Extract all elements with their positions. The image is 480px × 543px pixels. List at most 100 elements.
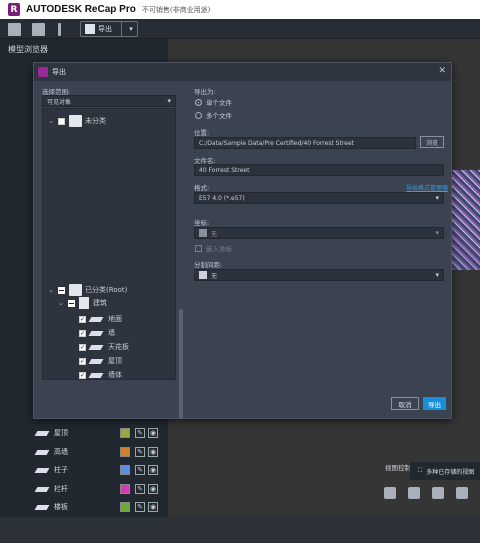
layer-icon [34,449,50,455]
tree-item[interactable]: ✓ 天花板 [79,341,129,353]
chevron-down-icon[interactable]: ⌄ [47,286,55,294]
checkbox-partial[interactable] [68,299,75,307]
layer-row[interactable]: 柱子 ✎ ◉ [34,463,166,477]
edit-icon[interactable]: ✎ [135,447,145,457]
browse-button[interactable]: 浏览 [420,136,444,148]
cube-icon[interactable] [432,487,444,499]
cancel-button[interactable]: 取消 [391,397,419,410]
filename-field[interactable]: 40 Forrest Street [194,164,444,176]
export-dialog: 导出 ✕ 选择范围: 可见对象 ▾ ⌄ 未分类 ⌄ 已分类(Root) ⌄ 建筑… [33,62,452,419]
edit-icon[interactable]: ✎ [135,428,145,438]
edit-icon[interactable]: ✎ [135,465,145,475]
export-button[interactable]: 导出 ▾ [80,21,138,37]
color-swatch[interactable] [120,465,130,475]
location-label: 位置: [194,129,210,137]
radio-multi-file[interactable]: 多个文件 [195,110,232,120]
checkbox[interactable] [58,117,65,125]
layer-icon [34,467,50,473]
chevron-down-icon: ▾ [435,194,439,202]
tree-node-label: 已分类(Root) [85,286,128,294]
location-field[interactable]: C:/Data/Sample Data/Pre Certified/40 For… [194,137,416,149]
color-swatch[interactable] [120,428,130,438]
chevron-down-icon[interactable]: ▾ [125,25,137,33]
panel-title: 模型浏览器 [8,45,48,54]
close-icon[interactable]: ✕ [438,66,446,76]
view-tool-icon[interactable] [408,487,420,499]
layer-icon [34,486,50,492]
eye-icon[interactable]: ◉ [148,447,158,457]
coord-icon [199,229,207,237]
coord-value: 无 [211,230,218,238]
checkbox[interactable]: ✓ [79,357,86,365]
format-dropdown[interactable]: E57 4.0 (*.e57) ▾ [194,192,444,204]
include-coords-checkbox[interactable]: 嵌入坐标 [195,243,232,253]
radio-unselected[interactable] [195,111,202,119]
tree-item[interactable]: ✓ 墙 [79,327,115,339]
checkbox[interactable]: ✓ [79,371,86,379]
coord-dropdown[interactable]: 无 ▾ [194,227,444,239]
color-swatch[interactable] [120,447,130,457]
license-note: 不可销售(非商业用途) [141,5,211,14]
saved-views-dropdown[interactable]: ⛶ 多种已存储的视图 [410,462,480,480]
color-swatch[interactable] [120,502,130,512]
layer-row[interactable]: 高墙 ✎ ◉ [34,445,166,459]
tree-item-label: 天花板 [108,343,129,351]
select-scope-dropdown[interactable]: 可见对象 ▾ [42,95,176,107]
layer-icon [88,330,104,336]
edit-icon[interactable]: ✎ [135,484,145,494]
view-tool-icon[interactable] [384,487,396,499]
toolbar: 导出 ▾ [0,19,480,39]
point-cloud-render [452,170,480,270]
chevron-down-icon: ▾ [167,97,171,105]
eye-icon[interactable]: ◉ [148,428,158,438]
dialog-header: 导出 ✕ [34,63,451,81]
chevron-down-icon[interactable]: ⌄ [57,299,65,307]
checkbox-partial[interactable] [58,286,65,294]
title-bar: R AUTODESK ReCap Pro 不可销售(非商业用途) [0,0,480,19]
tree-item-label: 地面 [108,315,122,323]
home-icon[interactable] [8,23,21,36]
layer-row[interactable]: 楼板 ✎ ◉ [34,500,166,514]
tree-scrollbar[interactable] [179,309,183,419]
layer-row[interactable]: 屋顶 ✎ ◉ [34,426,166,440]
export-icon [85,24,95,34]
format-manager-link[interactable]: 导出格式管理器 [406,183,448,192]
layer-row[interactable]: 栏杆 ✎ ◉ [34,482,166,496]
tree-item[interactable]: ✓ 地面 [79,313,122,325]
export-confirm-button[interactable]: 导出 [423,397,446,410]
checkbox[interactable]: ✓ [79,329,86,337]
tree-item[interactable]: ✓ 屋顶 [79,355,122,367]
layer-icon [88,316,104,322]
checkbox[interactable]: ✓ [79,315,86,323]
layer-icon [88,372,104,378]
save-icon[interactable] [32,23,45,36]
checkbox[interactable] [195,244,202,252]
tree-node-building[interactable]: ⌄ 建筑 [57,297,107,309]
document-icon [79,297,89,309]
group-icon [69,115,82,127]
edit-icon[interactable]: ✎ [135,502,145,512]
radio-single-file[interactable]: 单个文件 [195,97,232,107]
app-title: AUTODESK ReCap Pro [26,4,136,15]
eye-icon[interactable]: ◉ [148,502,158,512]
chevron-down-icon[interactable]: ⌄ [47,117,55,125]
saved-views-label: 多种已存储的视图 [426,468,475,476]
tree-item[interactable]: ✓ 墙体 [79,369,122,381]
tree-node-classified[interactable]: ⌄ 已分类(Root) [47,284,127,296]
eye-icon[interactable]: ◉ [148,484,158,494]
radio-selected[interactable] [195,98,202,106]
layer-name: 栏杆 [54,485,68,493]
tree-node-label: 建筑 [93,299,107,307]
views-icon: ⛶ [418,467,423,474]
format-value: E57 4.0 (*.e57) [199,194,245,202]
tree-item-label: 屋顶 [108,357,122,365]
tree-item-label: 墙 [108,329,115,337]
coord-label: 坐标: [194,219,210,227]
layers-icon[interactable] [456,487,468,499]
eye-icon[interactable]: ◉ [148,465,158,475]
tree-node-unclassified[interactable]: ⌄ 未分类 [47,115,106,127]
spacing-dropdown[interactable]: 无 ▾ [194,269,444,281]
checkbox[interactable]: ✓ [79,343,86,351]
dialog-title: 导出 [52,68,66,76]
color-swatch[interactable] [120,484,130,494]
